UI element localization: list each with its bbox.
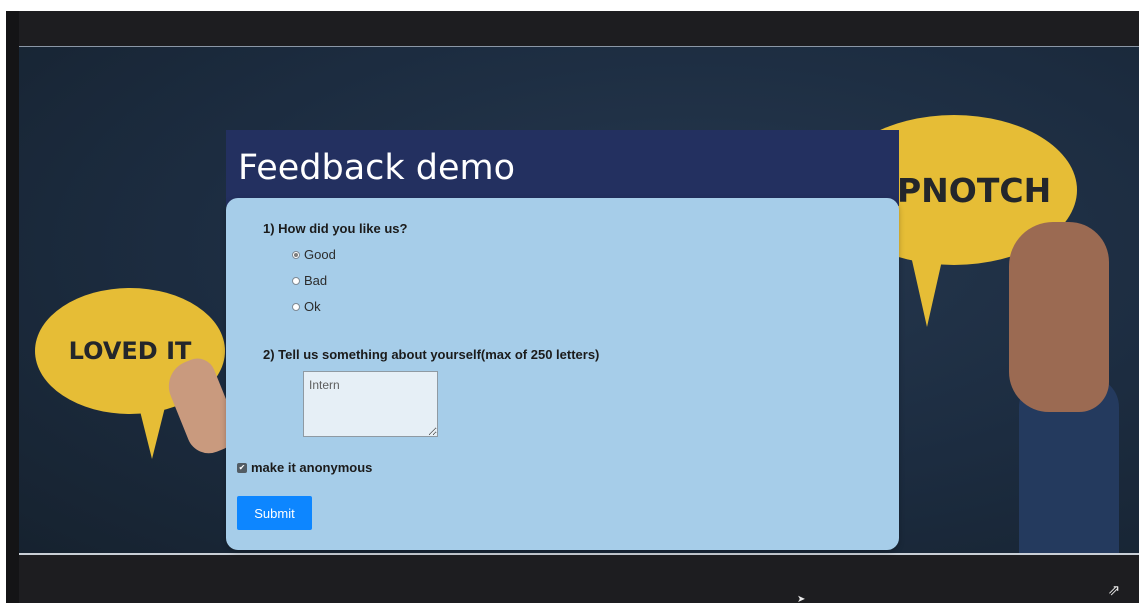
radio-label: Good	[304, 247, 336, 262]
question-2-label: 2) Tell us something about yourself(max …	[263, 347, 600, 362]
radio-label: Ok	[304, 299, 321, 314]
radio-button[interactable]	[292, 250, 300, 259]
anonymous-option[interactable]: ✔ make it anonymous	[237, 460, 372, 475]
submit-button[interactable]: Submit	[237, 496, 312, 530]
page-title: Feedback demo	[238, 148, 516, 188]
exit-fullscreen-icon[interactable]: ⇗	[1104, 582, 1124, 600]
frame-left-edge	[6, 11, 19, 603]
anonymous-checkbox[interactable]: ✔	[237, 462, 247, 473]
radio-option-good[interactable]: Good	[292, 247, 336, 262]
question-1-label: 1) How did you like us?	[263, 221, 408, 236]
speech-bubble-left-tail	[134, 387, 170, 459]
radio-option-bad[interactable]: Bad	[292, 273, 327, 288]
bubble-right-text: PNOTCH	[897, 170, 1052, 210]
radio-option-ok[interactable]: Ok	[292, 299, 321, 314]
radio-label: Bad	[304, 273, 328, 288]
feedback-form: 1) How did you like us? Good Bad Ok 2) T…	[226, 198, 899, 550]
about-yourself-textarea[interactable]: Intern	[303, 371, 438, 437]
form-header: Feedback demo	[226, 130, 899, 206]
radio-button[interactable]	[292, 276, 300, 285]
radio-button[interactable]	[292, 302, 300, 311]
anonymous-label: make it anonymous	[251, 460, 373, 475]
speech-bubble-right-tail	[909, 247, 945, 327]
bubble-left-text: LOVED IT	[68, 337, 192, 365]
cursor-icon: ➤	[797, 594, 806, 605]
right-hand	[1009, 222, 1109, 412]
video-bottom-border	[19, 553, 1139, 555]
